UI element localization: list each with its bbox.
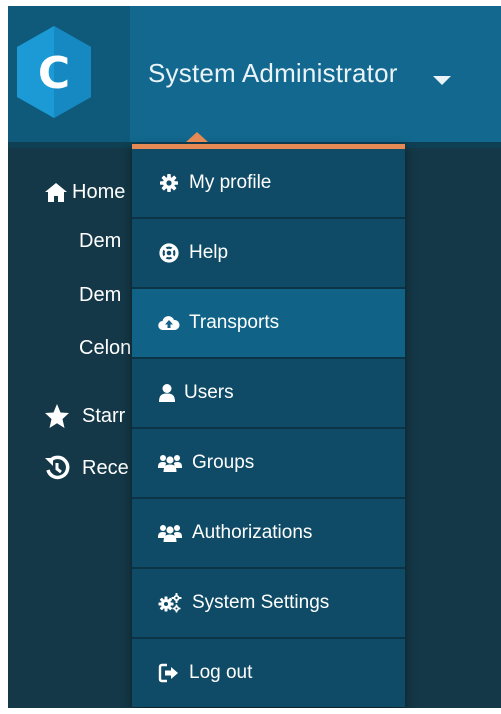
app-logo-icon: C [17,26,91,118]
sidebar-item-starred[interactable]: Starr [82,405,125,428]
menu-item-label: System Settings [192,592,330,613]
cloud-upload-icon [158,316,180,331]
dropdown-pointer [186,132,208,142]
menu-item-help[interactable]: Help [132,219,405,289]
menu-item-label: Users [184,382,234,403]
sidebar-item-home[interactable]: Home [72,181,125,204]
logo-letter: C [38,48,70,99]
app-window: C System Administrator Home Dem Dem Celo… [8,6,501,708]
home-icon [45,183,67,202]
sidebar-item-demo-1[interactable]: Dem [79,230,121,253]
history-icon [45,455,70,480]
menu-item-label: My profile [189,172,272,193]
user-icon [159,384,175,402]
sidebar-item-recent[interactable]: Rece [82,457,129,480]
menu-item-label: Authorizations [192,522,313,543]
top-bar: C System Administrator [8,6,501,142]
gears-icon [158,593,182,613]
menu-item-label: Groups [192,452,255,473]
user-name: System Administrator [148,58,398,88]
menu-item-authorizations[interactable]: Authorizations [132,499,405,569]
group-icon [158,525,182,542]
group-icon [158,455,182,472]
menu-item-log-out[interactable]: Log out [132,639,405,707]
menu-item-label: Help [189,242,229,263]
sign-out-icon [158,663,178,683]
menu-item-users[interactable]: Users [132,359,405,429]
menu-item-transports[interactable]: Transports [132,289,405,359]
user-menu-toggle[interactable]: System Administrator [130,6,501,142]
menu-item-groups[interactable]: Groups [132,429,405,499]
lifebuoy-icon [159,243,179,263]
menu-item-label: Log out [189,662,253,683]
user-dropdown-menu: My profile Help Transports Users Groups … [132,144,405,707]
logo-area[interactable]: C [8,6,130,142]
gear-icon [160,174,178,192]
menu-item-my-profile[interactable]: My profile [132,149,405,219]
sidebar-item-demo-2[interactable]: Dem [79,284,121,307]
star-icon [45,404,69,428]
menu-item-system-settings[interactable]: System Settings [132,569,405,639]
caret-down-icon [433,76,451,85]
menu-item-label: Transports [189,312,280,333]
sidebar-item-celonis[interactable]: Celon [79,337,131,360]
